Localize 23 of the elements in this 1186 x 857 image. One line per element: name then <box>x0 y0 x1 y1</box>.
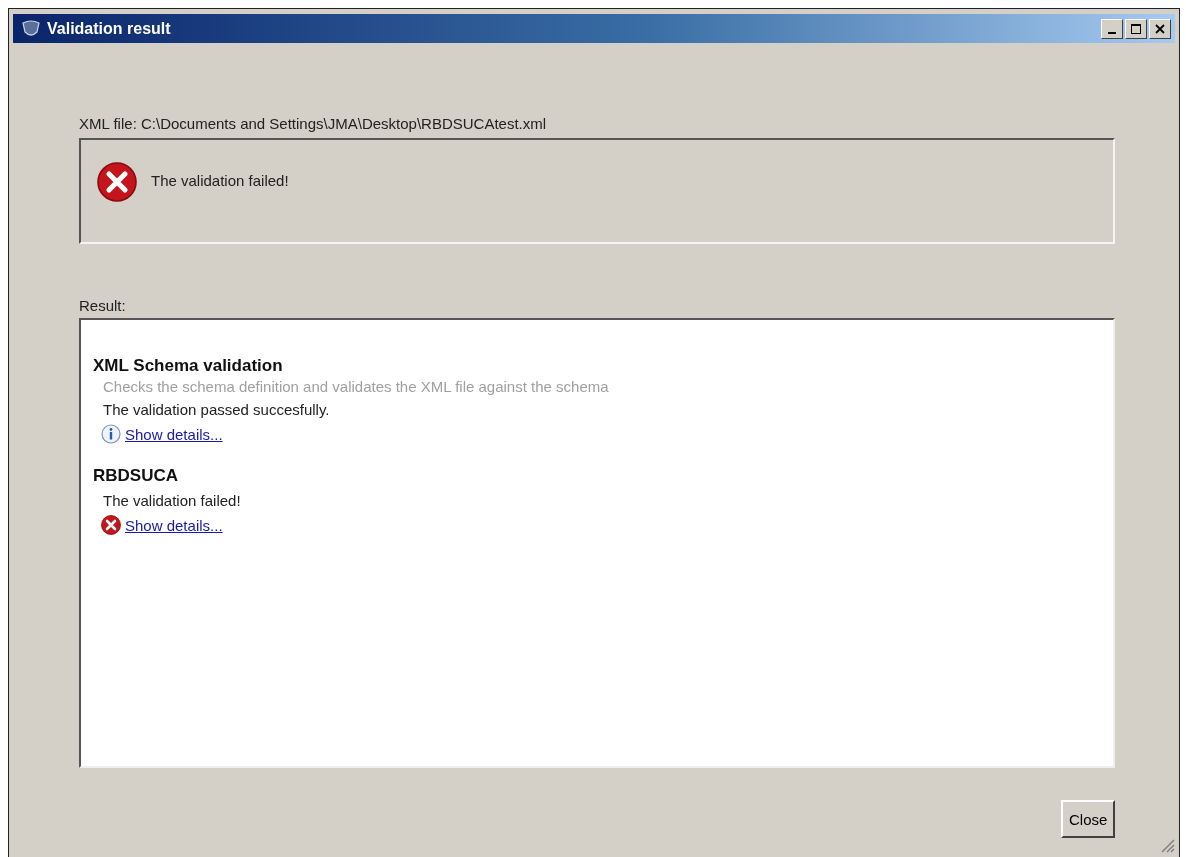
section-description: Checks the schema definition and validates the XML file against the schema <box>103 378 610 395</box>
window-title: Validation result <box>47 19 171 38</box>
result-label: Result: <box>79 297 127 314</box>
minimize-icon <box>1108 31 1116 34</box>
shield-icon <box>21 19 41 38</box>
section-title: XML Schema validation <box>93 356 284 376</box>
close-icon <box>1155 23 1165 34</box>
resize-grip-icon <box>1159 837 1175 853</box>
result-message: The validation failed! <box>103 492 242 509</box>
section-title: RBDSUCA <box>93 466 179 486</box>
minimize-button[interactable] <box>1101 18 1123 39</box>
info-icon <box>101 424 121 444</box>
error-icon <box>101 515 121 535</box>
status-message: The validation failed! <box>151 172 289 189</box>
close-button[interactable]: Close <box>1061 800 1115 838</box>
window-close-button[interactable] <box>1149 18 1171 39</box>
maximize-icon <box>1131 23 1141 34</box>
show-details-link[interactable]: Show details... <box>125 425 223 443</box>
result-message: The validation passed succesfully. <box>103 401 331 418</box>
error-icon <box>97 162 137 202</box>
maximize-button[interactable] <box>1125 18 1147 39</box>
show-details-link[interactable]: Show details... <box>125 516 223 534</box>
file-path-label: XML file: C:\Documents and Settings\JMA\Desktop\RBDSUCAtest.xml <box>79 115 548 132</box>
